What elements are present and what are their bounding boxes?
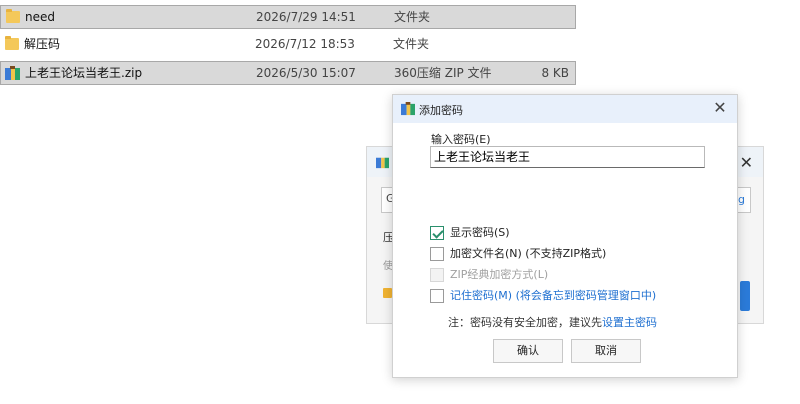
checkbox-disabled-icon [430,268,444,282]
remember-password-label[interactable]: 记住密码(M) (将会备忘到密码管理窗口中) [450,289,656,303]
close-icon[interactable]: ✕ [740,153,753,172]
confirm-button[interactable]: 确认 [493,339,563,363]
file-type: 360压缩 ZIP 文件 [394,66,492,80]
lock-icon[interactable] [383,288,392,298]
folder-icon [6,9,20,23]
zip-archive-icon [5,66,20,80]
checkbox-icon[interactable] [430,289,444,303]
password-label: 输入密码(E) [431,133,491,146]
dialog-titlebar: 添加密码 ✕ [393,95,737,123]
checkbox-checked-icon[interactable] [430,226,444,240]
compress-button[interactable] [740,281,750,311]
file-date: 2026/7/29 14:51 [256,10,356,24]
folder-icon [5,36,19,50]
password-input[interactable]: 上老王论坛当老王 [430,146,705,168]
file-date: 2026/7/12 18:53 [255,37,355,51]
file-size: 8 KB [541,66,569,80]
set-master-password-link[interactable]: 设置主密码 [602,316,657,329]
file-name: need [25,10,55,24]
file-name: 解压码 [24,37,61,51]
cancel-button[interactable]: 取消 [571,339,641,363]
file-row-zip[interactable]: 上老王论坛当老王.zip 2026/5/30 15:07 360压缩 ZIP 文… [0,61,576,85]
file-date: 2026/5/30 15:07 [256,66,356,80]
add-password-dialog: 添加密码 ✕ 输入密码(E) 上老王论坛当老王 显示密码(S) 加密文件名(N)… [392,94,738,378]
checkbox-icon[interactable] [430,247,444,261]
note-text: 注：密码没有安全加密，建议先 [448,316,602,329]
zip-archive-icon [401,102,415,116]
file-type: 文件夹 [393,37,430,51]
zip-classic-label: ZIP经典加密方式(L) [450,268,549,281]
file-row-unzip-code[interactable]: 解压码 2026/7/12 18:53 文件夹 [0,33,576,57]
file-type: 文件夹 [394,10,431,24]
dialog-title: 添加密码 [419,104,463,117]
file-row-need[interactable]: need 2026/7/29 14:51 文件夹 [0,5,576,29]
zip-archive-icon [376,157,389,169]
close-icon[interactable]: ✕ [711,99,729,117]
encrypt-filenames-label: 加密文件名(N) (不支持ZIP格式) [450,247,607,260]
file-name: 上老王论坛当老王.zip [25,66,143,80]
security-note: 注：密码没有安全加密，建议先设置主密码 [448,314,657,330]
show-password-label: 显示密码(S) [450,226,510,239]
